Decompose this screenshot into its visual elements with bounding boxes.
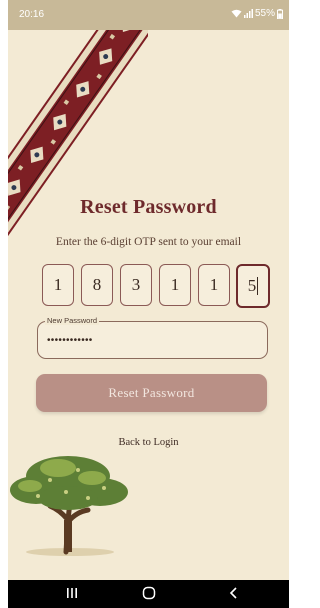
battery-icon [277, 8, 283, 19]
status-icons: 55% [231, 8, 283, 19]
otp-digit-6[interactable]: 5 [236, 264, 270, 308]
otp-input-group: 1 8 3 1 1 5 [42, 264, 270, 308]
status-bar: 20:16 55% [8, 0, 289, 30]
navigation-bar [8, 580, 289, 608]
otp-instructions: Enter the 6-digit OTP sent to your email [55, 236, 242, 248]
new-password-field[interactable]: New Password •••••••••••• [37, 316, 268, 359]
back-icon[interactable] [227, 586, 241, 600]
signal-icon [243, 9, 253, 18]
otp-digit-1[interactable]: 1 [42, 264, 74, 306]
otp-digit-4[interactable]: 1 [159, 264, 191, 306]
text-cursor [257, 277, 259, 295]
new-password-label: New Password [45, 316, 100, 325]
tree-illustration [10, 456, 128, 556]
otp-digit-2[interactable]: 8 [81, 264, 113, 306]
page-title: Reset Password [80, 196, 217, 218]
reset-password-button[interactable]: Reset Password [36, 374, 267, 412]
status-time: 20:16 [19, 9, 45, 20]
wifi-icon [231, 9, 242, 18]
otp-digit-3[interactable]: 3 [120, 264, 152, 306]
home-icon[interactable] [142, 586, 156, 600]
battery-percent: 55% [254, 8, 275, 19]
otp-digit-5[interactable]: 1 [198, 264, 230, 306]
new-password-value: •••••••••••• [47, 335, 93, 346]
recent-apps-icon[interactable] [65, 586, 79, 600]
phone-screen: 20:16 55% Reset Password Enter the 6-dig… [8, 0, 289, 608]
